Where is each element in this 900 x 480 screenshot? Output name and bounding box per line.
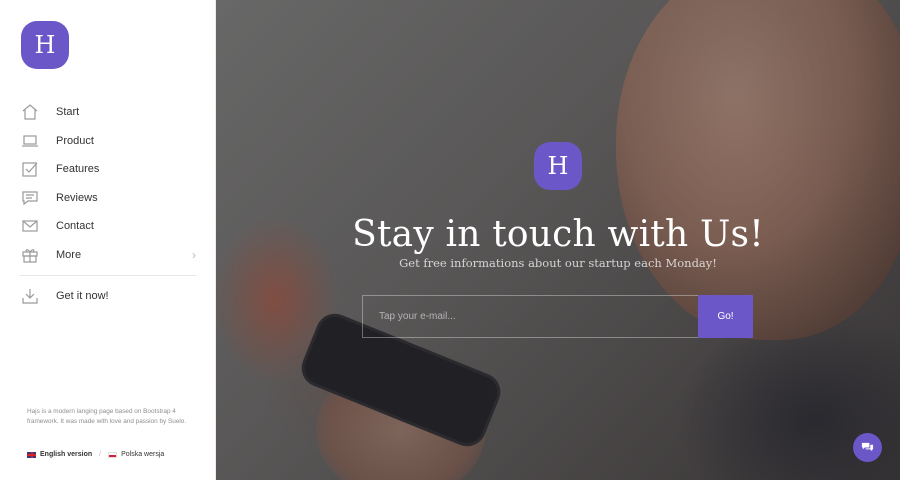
email-input[interactable] <box>362 295 698 338</box>
gift-icon <box>20 245 40 265</box>
home-icon <box>20 102 40 122</box>
sidebar: H Start Product Features Reviews Contact… <box>0 0 216 480</box>
sidebar-item-reviews[interactable]: Reviews <box>20 184 196 213</box>
sidebar-item-label: Start <box>56 106 80 119</box>
sidebar-item-features[interactable]: Features <box>20 155 196 184</box>
sidebar-item-label: Product <box>56 134 94 147</box>
sidebar-item-label: Reviews <box>56 191 98 204</box>
hero-headline: Stay in touch with Us! <box>352 214 764 255</box>
sidebar-item-label: Contact <box>56 220 94 233</box>
sidebar-item-more[interactable]: More › <box>20 241 196 270</box>
checkbox-icon <box>20 159 40 179</box>
go-button[interactable]: Go! <box>698 295 753 338</box>
download-icon <box>20 286 40 306</box>
sidebar-logo[interactable]: H <box>21 21 69 69</box>
hero-content: H Stay in touch with Us! Get free inform… <box>216 0 900 480</box>
sidebar-item-label: More <box>56 248 82 261</box>
chat-button[interactable] <box>853 433 882 462</box>
envelope-icon <box>20 216 40 236</box>
lang-polish-link[interactable]: Polska wersja <box>108 451 164 458</box>
lang-separator: / <box>99 451 102 458</box>
hero-subline: Get free informations about our startup … <box>399 256 717 270</box>
chevron-right-icon: › <box>192 247 196 262</box>
hero-section: H Stay in touch with Us! Get free inform… <box>216 0 900 480</box>
comment-icon <box>20 188 40 208</box>
sidebar-item-start[interactable]: Start <box>20 98 196 127</box>
sidebar-item-label: Features <box>56 163 100 176</box>
sidebar-item-product[interactable]: Product <box>20 127 196 156</box>
laptop-icon <box>20 131 40 151</box>
sidebar-item-get-it-now[interactable]: Get it now! <box>20 282 196 311</box>
pl-flag-icon <box>108 451 118 458</box>
lang-label: Polska wersja <box>121 451 165 458</box>
uk-flag-icon <box>27 451 36 458</box>
newsletter-form: Go! <box>362 295 753 338</box>
language-switcher: English version / Polska wersja <box>27 451 164 458</box>
sidebar-nav: Start Product Features Reviews Contact M… <box>20 98 196 311</box>
sidebar-item-contact[interactable]: Contact <box>20 212 196 241</box>
lang-label: English version <box>40 451 93 458</box>
sidebar-item-label: Get it now! <box>56 290 109 303</box>
about-text: Hajs is a modern langing page based on B… <box>27 408 187 425</box>
nav-divider <box>20 275 196 276</box>
hero-logo: H <box>534 142 582 190</box>
chat-bubbles-icon <box>861 442 874 452</box>
lang-english-link[interactable]: English version <box>27 451 92 458</box>
